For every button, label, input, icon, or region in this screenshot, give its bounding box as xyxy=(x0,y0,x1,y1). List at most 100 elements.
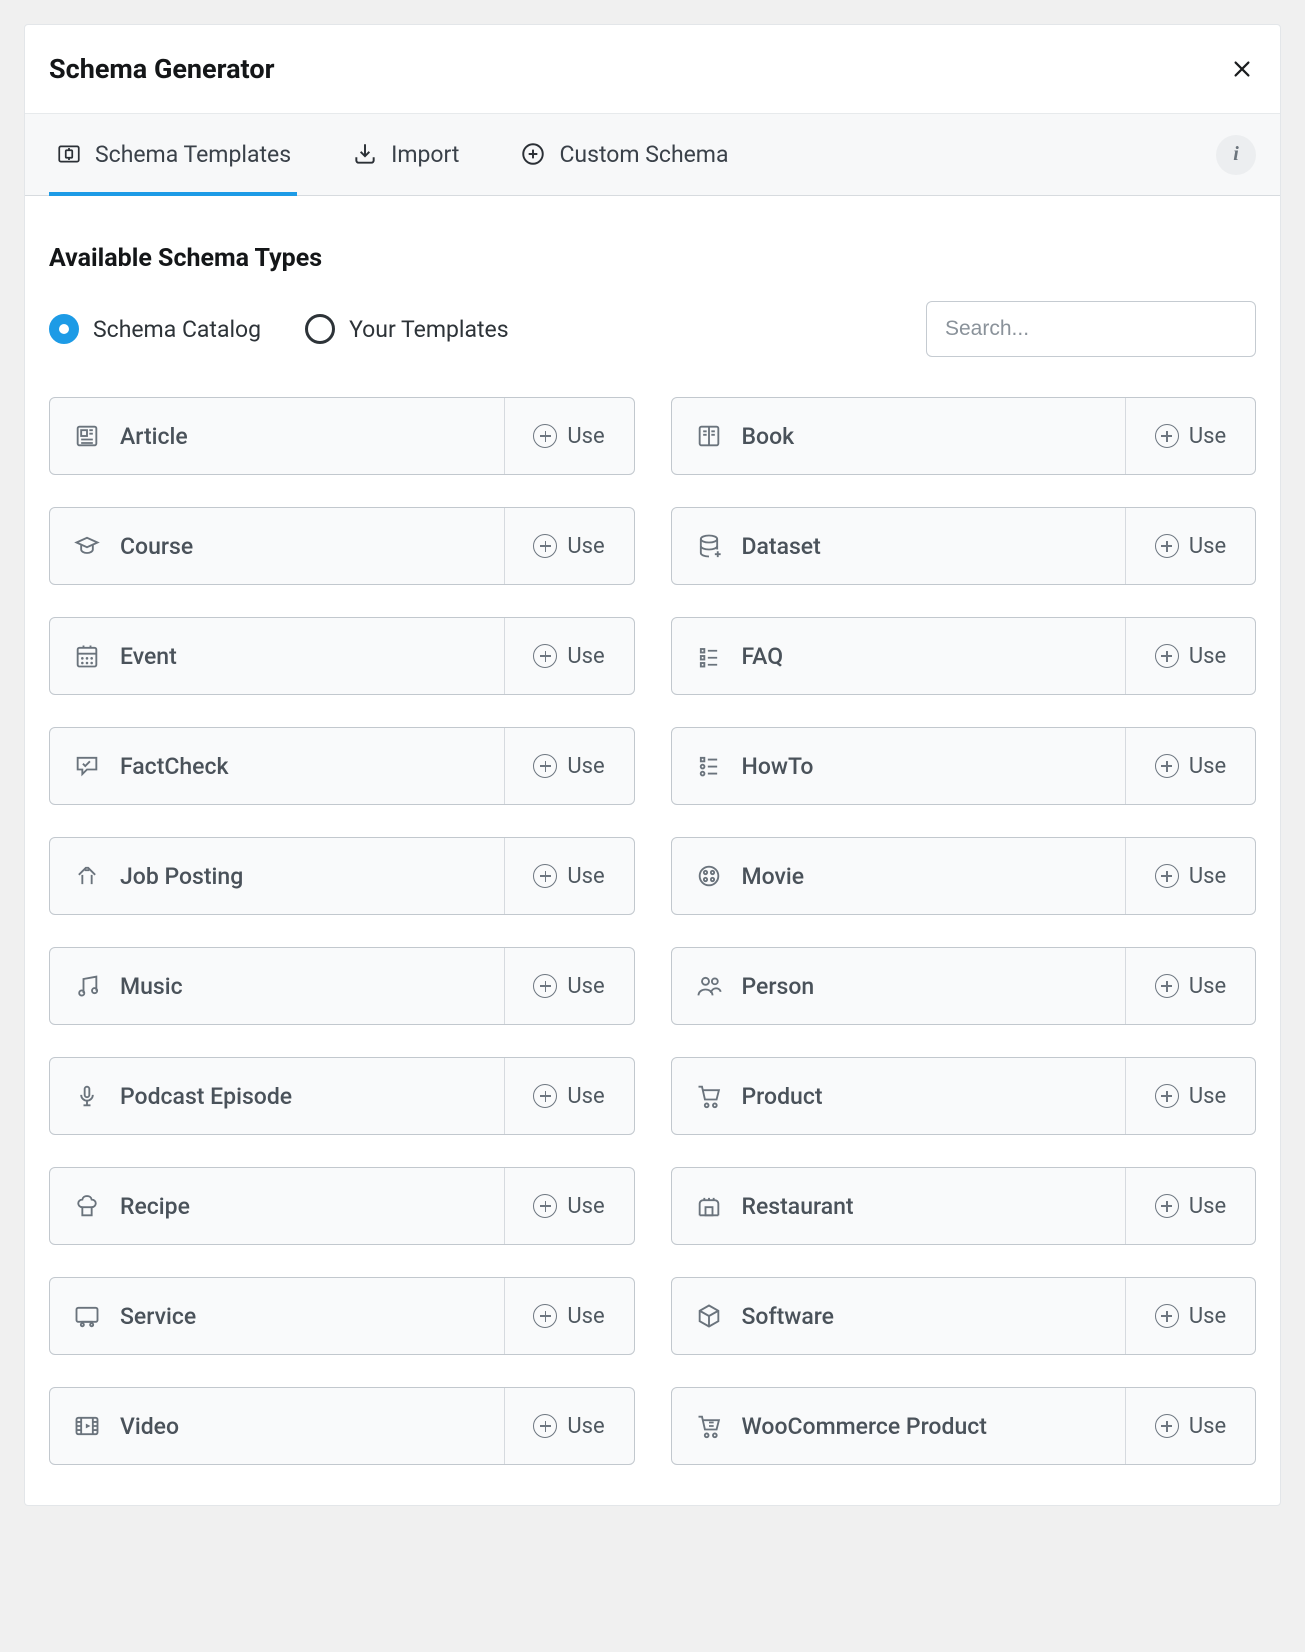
use-button[interactable]: Use xyxy=(504,618,634,694)
plus-circle-icon xyxy=(1155,534,1179,558)
card-left: Service xyxy=(50,1278,504,1354)
tab-label: Schema Templates xyxy=(95,141,291,168)
use-label: Use xyxy=(567,424,604,449)
schema-type-card: Job Posting Use xyxy=(49,837,635,915)
use-button[interactable]: Use xyxy=(504,1058,634,1134)
radio-schema-catalog[interactable]: Schema Catalog xyxy=(49,314,261,344)
tab-import[interactable]: Import xyxy=(345,114,465,196)
schema-type-name: Software xyxy=(742,1303,834,1330)
schema-type-card: FAQ Use xyxy=(671,617,1257,695)
tab-schema-templates[interactable]: Schema Templates xyxy=(49,114,297,196)
use-button[interactable]: Use xyxy=(1125,1168,1255,1244)
schema-generator-panel: Schema Generator Schema Templates xyxy=(24,24,1281,1506)
info-button[interactable]: i xyxy=(1216,135,1256,175)
schema-type-name: Podcast Episode xyxy=(120,1083,292,1110)
plus-circle-icon xyxy=(533,1084,557,1108)
schema-type-name: FactCheck xyxy=(120,753,228,780)
use-button[interactable]: Use xyxy=(1125,1058,1255,1134)
plus-circle-icon xyxy=(533,1304,557,1328)
use-label: Use xyxy=(567,1084,604,1109)
plus-circle-icon xyxy=(1155,1194,1179,1218)
use-label: Use xyxy=(1189,1084,1226,1109)
use-button[interactable]: Use xyxy=(504,508,634,584)
use-button[interactable]: Use xyxy=(504,728,634,804)
schema-type-card: Music Use xyxy=(49,947,635,1025)
use-button[interactable]: Use xyxy=(504,1388,634,1464)
search-box[interactable] xyxy=(926,301,1256,357)
use-button[interactable]: Use xyxy=(504,948,634,1024)
plus-circle-icon xyxy=(533,1414,557,1438)
card-left: FactCheck xyxy=(50,728,504,804)
radio-your-templates[interactable]: Your Templates xyxy=(305,314,509,344)
plus-circle-icon xyxy=(533,424,557,448)
schema-type-name: Restaurant xyxy=(742,1193,854,1220)
schema-type-name: Job Posting xyxy=(120,863,243,890)
radio-label: Your Templates xyxy=(349,316,509,343)
info-icon: i xyxy=(1233,143,1239,166)
faq-icon xyxy=(694,641,724,671)
use-button[interactable]: Use xyxy=(1125,1278,1255,1354)
schema-type-name: Product xyxy=(742,1083,823,1110)
schema-type-name: Person xyxy=(742,973,815,1000)
podcastepisode-icon xyxy=(72,1081,102,1111)
schema-type-name: Video xyxy=(120,1413,179,1440)
template-icon xyxy=(55,140,83,168)
plus-circle-icon xyxy=(1155,974,1179,998)
use-button[interactable]: Use xyxy=(1125,948,1255,1024)
tab-label: Import xyxy=(391,141,459,168)
schema-type-card: HowToUse xyxy=(671,727,1257,805)
plus-circle-icon xyxy=(533,534,557,558)
tab-custom-schema[interactable]: Custom Schema xyxy=(513,114,734,196)
use-button[interactable]: Use xyxy=(1125,508,1255,584)
radio-dot-icon xyxy=(305,314,335,344)
schema-type-name: FAQ xyxy=(742,643,784,670)
use-label: Use xyxy=(1189,644,1226,669)
schema-type-name: Event xyxy=(120,643,177,670)
plus-circle-icon xyxy=(533,864,557,888)
dataset-icon xyxy=(694,531,724,561)
schema-type-card: Event Use xyxy=(49,617,635,695)
card-left: Video xyxy=(50,1388,504,1464)
use-label: Use xyxy=(1189,1304,1226,1329)
schema-type-name: Course xyxy=(120,533,193,560)
use-button[interactable]: Use xyxy=(504,398,634,474)
schema-type-card: Dataset Use xyxy=(671,507,1257,585)
section-title: Available Schema Types xyxy=(49,244,1256,273)
card-left: Restaurant xyxy=(672,1168,1126,1244)
use-button[interactable]: Use xyxy=(1125,618,1255,694)
schema-type-card: WooCommerce ProductUse xyxy=(671,1387,1257,1465)
use-button[interactable]: Use xyxy=(504,1168,634,1244)
schema-type-card: Video Use xyxy=(49,1387,635,1465)
schema-type-name: Music xyxy=(120,973,183,1000)
card-left: FAQ xyxy=(672,618,1126,694)
use-button[interactable]: Use xyxy=(1125,1388,1255,1464)
close-icon xyxy=(1231,58,1253,80)
article-icon xyxy=(72,421,102,451)
radio-group: Schema Catalog Your Templates xyxy=(49,314,509,344)
schema-type-card: Article Use xyxy=(49,397,635,475)
plus-circle-icon xyxy=(1155,1084,1179,1108)
card-left: Article xyxy=(50,398,504,474)
person-icon xyxy=(694,971,724,1001)
schema-type-card: ServiceUse xyxy=(49,1277,635,1355)
card-left: Event xyxy=(50,618,504,694)
search-input[interactable] xyxy=(943,316,1239,342)
card-left: Product xyxy=(672,1058,1126,1134)
use-label: Use xyxy=(567,1414,604,1439)
radio-dot-icon xyxy=(49,314,79,344)
use-label: Use xyxy=(567,644,604,669)
tab-label: Custom Schema xyxy=(559,141,728,168)
use-button[interactable]: Use xyxy=(504,838,634,914)
close-button[interactable] xyxy=(1228,55,1256,83)
factcheck-icon xyxy=(72,751,102,781)
schema-type-name: Dataset xyxy=(742,533,821,560)
use-button[interactable]: Use xyxy=(1125,728,1255,804)
plus-circle-icon xyxy=(533,974,557,998)
use-button[interactable]: Use xyxy=(504,1278,634,1354)
use-label: Use xyxy=(567,864,604,889)
video-icon xyxy=(72,1411,102,1441)
use-label: Use xyxy=(1189,424,1226,449)
use-label: Use xyxy=(567,534,604,559)
use-button[interactable]: Use xyxy=(1125,838,1255,914)
use-button[interactable]: Use xyxy=(1125,398,1255,474)
